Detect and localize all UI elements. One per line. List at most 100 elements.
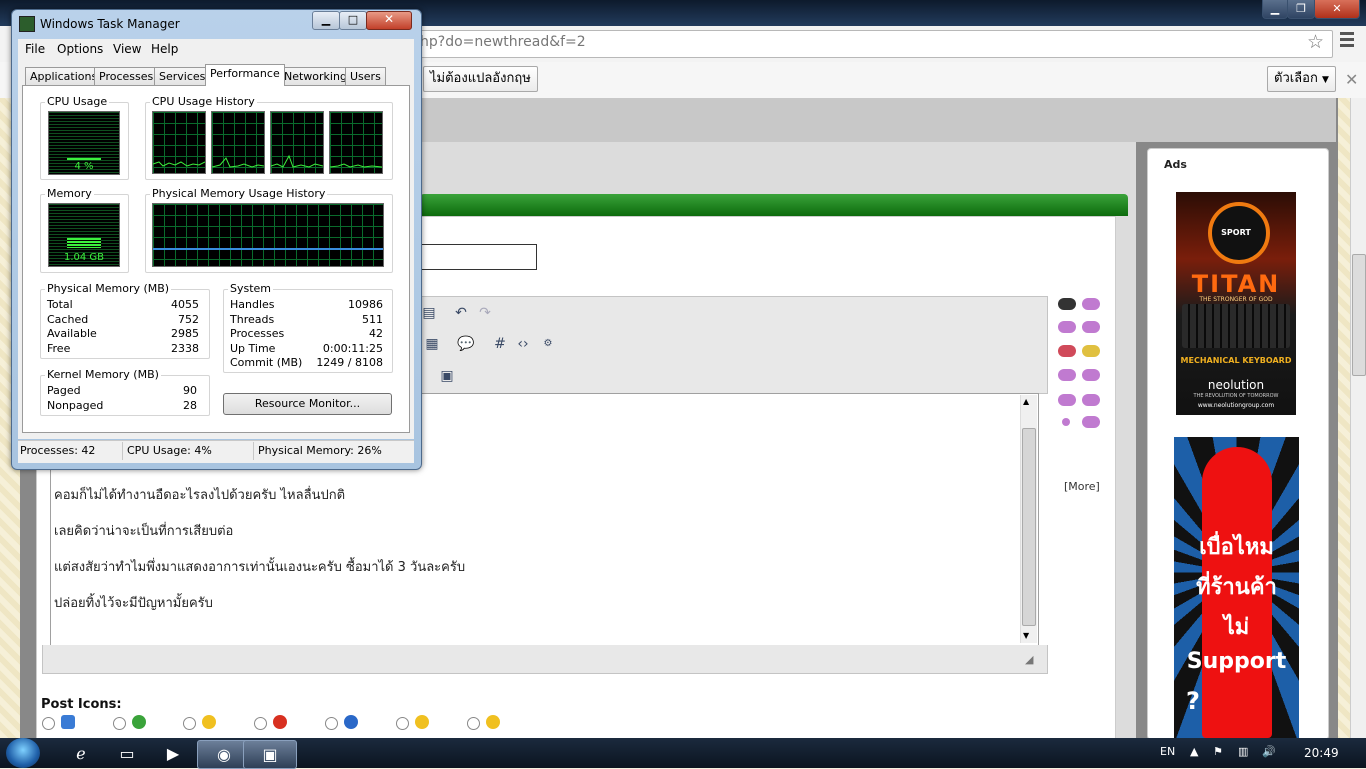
never-translate-button[interactable]: ไม่ต้องแปลอังกฤษ [423, 66, 538, 92]
post-icon-radio[interactable] [325, 717, 338, 730]
support-ad-banner[interactable]: เบื่อไหม ที่ร้านค้า ไม่ Support ? [1174, 437, 1299, 738]
ad1-tagline: THE STRONGER OF GOD [1199, 296, 1273, 303]
task-manager-taskbar-icon[interactable]: ▣ [243, 740, 297, 769]
translate-options-button[interactable]: ตัวเลือก ▼ [1267, 66, 1336, 92]
post-icon-radio[interactable] [254, 717, 267, 730]
status-separator [253, 442, 254, 460]
smiley-icon[interactable] [1082, 369, 1100, 381]
smile-icon [486, 715, 500, 729]
cpu-core-2-line [212, 157, 264, 168]
processes-label: Processes [230, 327, 285, 340]
attachment-icon[interactable]: ▣ [438, 367, 456, 385]
resource-monitor-button[interactable]: Resource Monitor... [223, 393, 392, 415]
tm-close-button[interactable]: ✕ [366, 11, 412, 30]
processes-value: 42 [369, 327, 383, 340]
internet-explorer-icon[interactable]: ℯ [55, 740, 107, 767]
menu-view[interactable]: View [113, 42, 141, 56]
available-label: Available [47, 327, 97, 340]
menu-file[interactable]: File [25, 42, 45, 56]
keyboard-ad-banner[interactable]: SPORT TITAN THE STRONGER OF GOD MECHANIC… [1176, 192, 1296, 415]
browser-close-button[interactable]: ✕ [1314, 0, 1360, 19]
editor-scroll-thumb[interactable] [1022, 428, 1036, 626]
tm-maximize-button[interactable]: □ [339, 11, 367, 30]
tab-users[interactable]: Users [345, 67, 386, 85]
scroll-down-icon[interactable]: ▼ [1023, 631, 1029, 640]
smiley-icon[interactable] [1058, 345, 1076, 357]
scroll-up-icon[interactable]: ▲ [1023, 397, 1029, 406]
redo-icon[interactable]: ↷ [476, 304, 494, 322]
volume-icon[interactable]: 🔊 [1262, 745, 1276, 758]
handles-value: 10986 [348, 298, 383, 311]
cached-label: Cached [47, 313, 89, 326]
tab-networking[interactable]: Networking [279, 67, 352, 85]
smiley-icon[interactable] [1058, 369, 1076, 381]
menu-options[interactable]: Options [57, 42, 103, 56]
quote-icon[interactable]: 💬 [457, 335, 475, 353]
tab-applications[interactable]: Applications [25, 67, 103, 85]
more-smilies-link[interactable]: [More] [1064, 480, 1100, 493]
menu-help[interactable]: Help [151, 42, 178, 56]
code-icon[interactable]: ‹› [514, 335, 532, 353]
cpu-core-2-graph [211, 111, 265, 174]
ad2-line-1: เบื่อไหม [1199, 535, 1274, 560]
smiley-icon[interactable] [1058, 394, 1076, 406]
kernel-memory-title: Kernel Memory (MB) [45, 368, 161, 381]
uptime-label: Up Time [230, 342, 276, 355]
file-explorer-icon[interactable]: ▭ [101, 740, 153, 767]
network-icon[interactable]: ▥ [1238, 745, 1248, 758]
start-button[interactable] [6, 738, 40, 768]
subject-input[interactable] [420, 244, 537, 270]
cpu-core-1-graph [152, 111, 206, 174]
post-icon-radio[interactable] [42, 717, 55, 730]
editor-line-3: แต่สงสัยว่าทำไมพึ่งมาแสดงอาการเท่านั้นเอ… [54, 560, 466, 575]
post-icon-radio[interactable] [183, 717, 196, 730]
infobar-close-icon[interactable]: ✕ [1345, 70, 1358, 89]
smiley-icon[interactable] [1082, 394, 1100, 406]
cpu-history-label: CPU Usage History [150, 95, 257, 108]
media-player-icon[interactable]: ▶ [147, 740, 199, 767]
post-icon-radio[interactable] [467, 717, 480, 730]
chrome-menu-icon[interactable] [1340, 32, 1354, 47]
resize-grip-icon[interactable]: ◢ [1025, 653, 1033, 666]
undo-icon[interactable]: ↶ [452, 304, 470, 322]
threads-value: 511 [362, 313, 383, 326]
total-label: Total [47, 298, 73, 311]
bookmark-star-icon[interactable]: ☆ [1307, 31, 1324, 53]
page-scroll-thumb[interactable] [1352, 254, 1366, 376]
smiley-icon[interactable] [1082, 321, 1100, 333]
cpu-gauge-fill [67, 158, 101, 160]
tab-performance[interactable]: Performance [205, 64, 285, 86]
memory-history-graph [152, 203, 384, 267]
ad1-product: TITAN [1191, 270, 1281, 298]
action-center-flag-icon[interactable]: ⚑ [1213, 745, 1223, 758]
commit-label: Commit (MB) [230, 356, 303, 369]
editor-line-4: ปล่อยทิ้งไว้จะมีปัญหามั้ยครับ [54, 596, 213, 611]
hash-tag-icon[interactable]: # [491, 335, 509, 353]
clock[interactable]: 20:49 [1304, 746, 1339, 760]
smiley-icon[interactable] [1058, 298, 1076, 310]
task-manager-app-icon [19, 16, 35, 32]
total-value: 4055 [171, 298, 199, 311]
cpu-usage-value: 4 % [74, 161, 94, 172]
show-hidden-icons-icon[interactable]: ▲ [1190, 745, 1198, 758]
available-value: 2985 [171, 327, 199, 340]
paste-icon[interactable]: ▤ [420, 304, 438, 322]
page-scrollbar[interactable] [1350, 98, 1366, 738]
smiley-icon[interactable] [1082, 298, 1100, 310]
php-code-icon[interactable]: ⚙ [539, 335, 557, 353]
ads-title: Ads [1164, 158, 1187, 171]
smiley-icon[interactable] [1082, 345, 1100, 357]
tab-processes[interactable]: Processes [94, 67, 159, 85]
browser-maximize-button[interactable]: ❐ [1287, 0, 1315, 19]
language-indicator[interactable]: EN [1160, 745, 1175, 758]
insert-video-icon[interactable]: ▦ [423, 335, 441, 353]
smiley-icon[interactable] [1062, 418, 1070, 426]
tm-minimize-button[interactable]: ▁ [312, 11, 340, 30]
post-icon-radio[interactable] [113, 717, 126, 730]
memory-history-line [153, 248, 383, 250]
smiley-icon[interactable] [1082, 416, 1100, 428]
post-icon-radio[interactable] [396, 717, 409, 730]
browser-minimize-button[interactable]: ▁ [1262, 0, 1288, 19]
smiley-icon[interactable] [1058, 321, 1076, 333]
tab-services[interactable]: Services [154, 67, 211, 85]
